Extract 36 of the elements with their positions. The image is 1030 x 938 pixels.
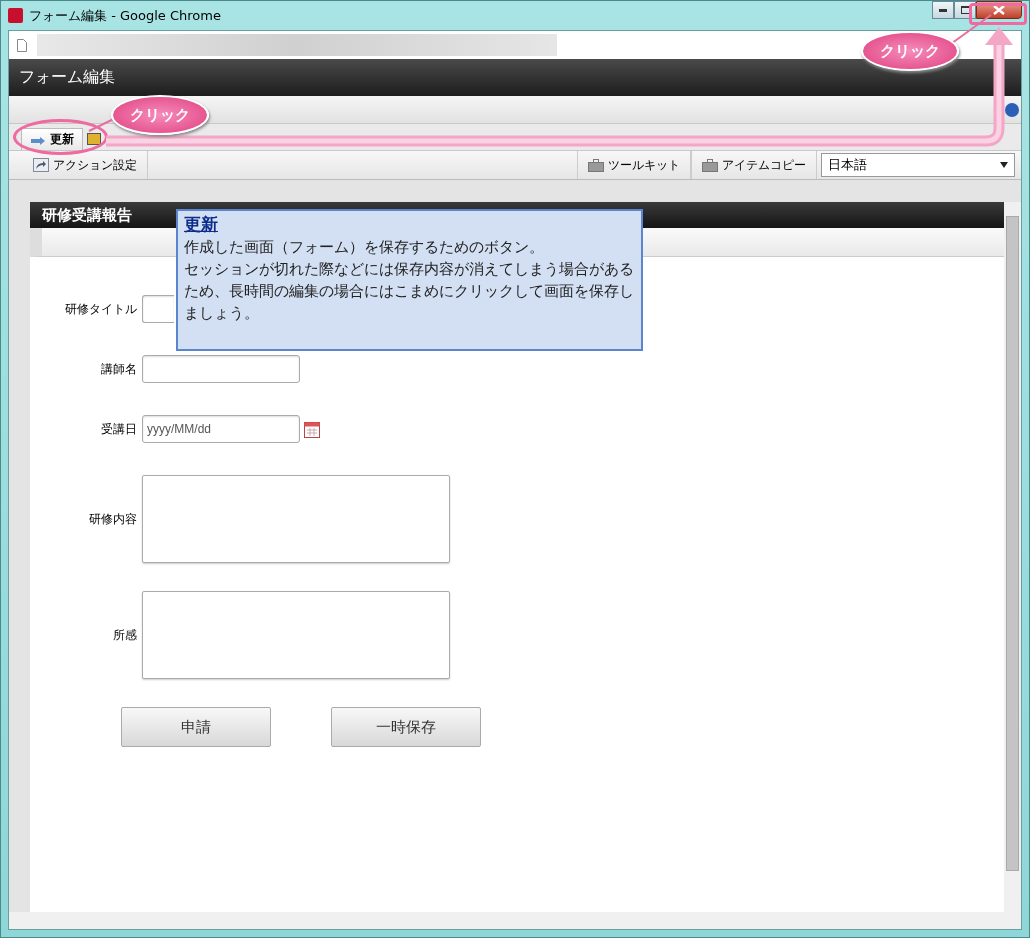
field-label: 所感	[112, 626, 138, 644]
text-field[interactable]	[142, 355, 300, 383]
highlight-ring	[969, 3, 1027, 25]
page-icon	[17, 38, 27, 52]
text-field[interactable]	[142, 295, 174, 323]
form-button[interactable]: 一時保存	[331, 707, 481, 747]
item-copy-button[interactable]: アイテムコピー	[691, 151, 817, 179]
caret-icon	[1000, 162, 1008, 168]
window-title: フォーム編集 - Google Chrome	[29, 6, 221, 25]
field-label: 研修タイトル	[64, 300, 138, 318]
textarea-field[interactable]	[142, 475, 450, 563]
form-title: 研修受講報告	[42, 205, 132, 225]
field-label: 受講日	[100, 420, 138, 438]
tooltip-title: 更新	[184, 213, 218, 236]
share-arrow-icon	[33, 158, 49, 172]
date-field[interactable]: yyyy/MM/dd	[142, 415, 300, 443]
vertical-scrollbar[interactable]	[1004, 202, 1021, 912]
briefcase-icon	[588, 158, 604, 172]
calendar-icon[interactable]	[304, 420, 320, 438]
minimize-button[interactable]	[932, 1, 954, 19]
tooltip-text: 作成した画面（フォーム）を保存するためのボタン。	[184, 237, 545, 258]
horizontal-scrollbar[interactable]	[9, 912, 1021, 929]
app-title: フォーム編集	[19, 67, 115, 88]
field-label: 研修内容	[88, 510, 138, 528]
action-settings-button[interactable]: アクション設定	[23, 151, 148, 179]
app-logo-icon	[8, 8, 23, 23]
close-icon	[993, 5, 1005, 15]
toolkit-button[interactable]: ツールキット	[577, 151, 691, 179]
textarea-field[interactable]	[142, 591, 450, 679]
language-select[interactable]: 日本語	[821, 153, 1015, 177]
briefcase-icon	[702, 158, 718, 172]
maximize-button[interactable]	[954, 1, 976, 19]
update-button[interactable]: 更新	[21, 128, 83, 150]
field-label: 講師名	[100, 360, 138, 378]
form-button[interactable]: 申請	[121, 707, 271, 747]
tooltip-text: セッションが切れた際などには保存内容が消えてしまう場合があるため、長時間の編集の場合にはこまめにクリックして画面を保存しましょう。	[184, 259, 634, 324]
